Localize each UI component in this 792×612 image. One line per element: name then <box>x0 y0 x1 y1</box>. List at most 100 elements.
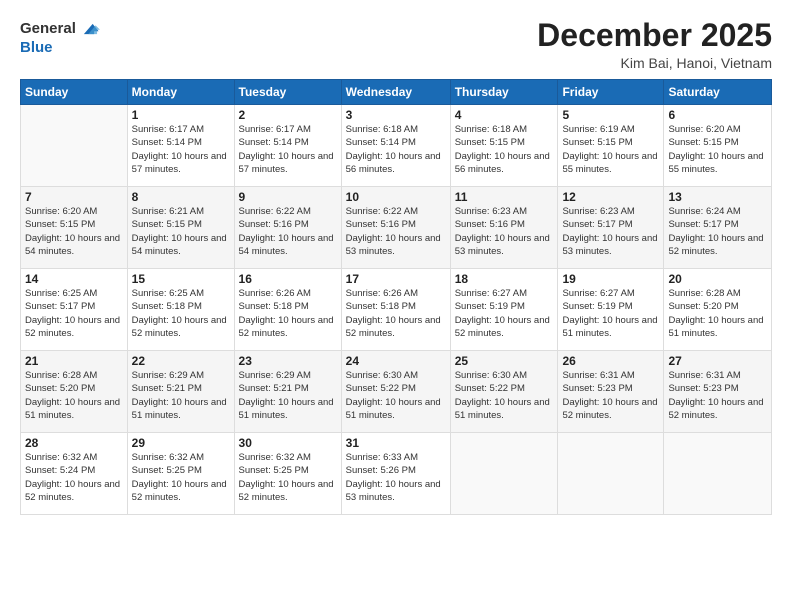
calendar-cell: 2Sunrise: 6:17 AMSunset: 5:14 PMDaylight… <box>234 105 341 187</box>
day-number: 19 <box>562 272 659 286</box>
day-number: 6 <box>668 108 767 122</box>
header-monday: Monday <box>127 80 234 105</box>
calendar-cell: 1Sunrise: 6:17 AMSunset: 5:14 PMDaylight… <box>127 105 234 187</box>
logo-area: General Blue <box>20 18 100 57</box>
day-info: Sunrise: 6:22 AMSunset: 5:16 PMDaylight:… <box>346 205 446 258</box>
day-number: 20 <box>668 272 767 286</box>
day-info: Sunrise: 6:20 AMSunset: 5:15 PMDaylight:… <box>25 205 123 258</box>
day-info: Sunrise: 6:21 AMSunset: 5:15 PMDaylight:… <box>132 205 230 258</box>
calendar-cell: 4Sunrise: 6:18 AMSunset: 5:15 PMDaylight… <box>450 105 558 187</box>
day-info: Sunrise: 6:27 AMSunset: 5:19 PMDaylight:… <box>455 287 554 340</box>
day-number: 27 <box>668 354 767 368</box>
day-number: 18 <box>455 272 554 286</box>
day-number: 11 <box>455 190 554 204</box>
logo-box: General Blue <box>20 18 100 57</box>
day-number: 22 <box>132 354 230 368</box>
day-info: Sunrise: 6:31 AMSunset: 5:23 PMDaylight:… <box>562 369 659 422</box>
day-number: 10 <box>346 190 446 204</box>
calendar-cell: 29Sunrise: 6:32 AMSunset: 5:25 PMDayligh… <box>127 433 234 515</box>
day-number: 14 <box>25 272 123 286</box>
day-number: 4 <box>455 108 554 122</box>
calendar-cell: 6Sunrise: 6:20 AMSunset: 5:15 PMDaylight… <box>664 105 772 187</box>
month-title: December 2025 <box>537 18 772 53</box>
day-info: Sunrise: 6:30 AMSunset: 5:22 PMDaylight:… <box>455 369 554 422</box>
calendar-cell: 28Sunrise: 6:32 AMSunset: 5:24 PMDayligh… <box>21 433 128 515</box>
calendar-cell: 26Sunrise: 6:31 AMSunset: 5:23 PMDayligh… <box>558 351 664 433</box>
logo-blue: Blue <box>20 40 53 57</box>
calendar-cell: 12Sunrise: 6:23 AMSunset: 5:17 PMDayligh… <box>558 187 664 269</box>
day-number: 9 <box>239 190 337 204</box>
calendar-cell: 15Sunrise: 6:25 AMSunset: 5:18 PMDayligh… <box>127 269 234 351</box>
calendar-cell: 25Sunrise: 6:30 AMSunset: 5:22 PMDayligh… <box>450 351 558 433</box>
day-info: Sunrise: 6:26 AMSunset: 5:18 PMDaylight:… <box>346 287 446 340</box>
header: General Blue December 2025 Kim Bai, Hano… <box>20 18 772 71</box>
calendar-cell: 22Sunrise: 6:29 AMSunset: 5:21 PMDayligh… <box>127 351 234 433</box>
calendar-cell: 16Sunrise: 6:26 AMSunset: 5:18 PMDayligh… <box>234 269 341 351</box>
calendar-cell: 11Sunrise: 6:23 AMSunset: 5:16 PMDayligh… <box>450 187 558 269</box>
calendar-week-row-2: 14Sunrise: 6:25 AMSunset: 5:17 PMDayligh… <box>21 269 772 351</box>
day-number: 31 <box>346 436 446 450</box>
calendar-cell: 7Sunrise: 6:20 AMSunset: 5:15 PMDaylight… <box>21 187 128 269</box>
day-info: Sunrise: 6:17 AMSunset: 5:14 PMDaylight:… <box>132 123 230 176</box>
calendar-cell: 10Sunrise: 6:22 AMSunset: 5:16 PMDayligh… <box>341 187 450 269</box>
day-info: Sunrise: 6:29 AMSunset: 5:21 PMDaylight:… <box>132 369 230 422</box>
calendar-cell: 13Sunrise: 6:24 AMSunset: 5:17 PMDayligh… <box>664 187 772 269</box>
calendar-week-row-4: 28Sunrise: 6:32 AMSunset: 5:24 PMDayligh… <box>21 433 772 515</box>
day-info: Sunrise: 6:31 AMSunset: 5:23 PMDaylight:… <box>668 369 767 422</box>
day-number: 8 <box>132 190 230 204</box>
header-tuesday: Tuesday <box>234 80 341 105</box>
day-info: Sunrise: 6:24 AMSunset: 5:17 PMDaylight:… <box>668 205 767 258</box>
calendar-cell: 17Sunrise: 6:26 AMSunset: 5:18 PMDayligh… <box>341 269 450 351</box>
day-info: Sunrise: 6:26 AMSunset: 5:18 PMDaylight:… <box>239 287 337 340</box>
day-number: 3 <box>346 108 446 122</box>
logo-icon <box>78 18 100 40</box>
day-number: 17 <box>346 272 446 286</box>
calendar-cell: 30Sunrise: 6:32 AMSunset: 5:25 PMDayligh… <box>234 433 341 515</box>
calendar-cell <box>664 433 772 515</box>
calendar-cell: 27Sunrise: 6:31 AMSunset: 5:23 PMDayligh… <box>664 351 772 433</box>
day-number: 13 <box>668 190 767 204</box>
calendar-week-row-3: 21Sunrise: 6:28 AMSunset: 5:20 PMDayligh… <box>21 351 772 433</box>
calendar-week-row-0: 1Sunrise: 6:17 AMSunset: 5:14 PMDaylight… <box>21 105 772 187</box>
day-number: 21 <box>25 354 123 368</box>
day-number: 26 <box>562 354 659 368</box>
day-number: 15 <box>132 272 230 286</box>
calendar-cell: 8Sunrise: 6:21 AMSunset: 5:15 PMDaylight… <box>127 187 234 269</box>
day-info: Sunrise: 6:29 AMSunset: 5:21 PMDaylight:… <box>239 369 337 422</box>
day-info: Sunrise: 6:25 AMSunset: 5:18 PMDaylight:… <box>132 287 230 340</box>
location: Kim Bai, Hanoi, Vietnam <box>537 55 772 71</box>
logo-general: General <box>20 21 76 38</box>
day-number: 30 <box>239 436 337 450</box>
day-info: Sunrise: 6:19 AMSunset: 5:15 PMDaylight:… <box>562 123 659 176</box>
calendar-cell <box>450 433 558 515</box>
day-number: 29 <box>132 436 230 450</box>
calendar-cell: 23Sunrise: 6:29 AMSunset: 5:21 PMDayligh… <box>234 351 341 433</box>
calendar-week-row-1: 7Sunrise: 6:20 AMSunset: 5:15 PMDaylight… <box>21 187 772 269</box>
calendar-cell: 3Sunrise: 6:18 AMSunset: 5:14 PMDaylight… <box>341 105 450 187</box>
calendar: Sunday Monday Tuesday Wednesday Thursday… <box>20 79 772 515</box>
page: General Blue December 2025 Kim Bai, Hano… <box>0 0 792 612</box>
calendar-cell: 21Sunrise: 6:28 AMSunset: 5:20 PMDayligh… <box>21 351 128 433</box>
weekday-header-row: Sunday Monday Tuesday Wednesday Thursday… <box>21 80 772 105</box>
day-info: Sunrise: 6:20 AMSunset: 5:15 PMDaylight:… <box>668 123 767 176</box>
day-number: 1 <box>132 108 230 122</box>
calendar-cell <box>558 433 664 515</box>
day-info: Sunrise: 6:33 AMSunset: 5:26 PMDaylight:… <box>346 451 446 504</box>
calendar-cell <box>21 105 128 187</box>
day-number: 23 <box>239 354 337 368</box>
day-info: Sunrise: 6:30 AMSunset: 5:22 PMDaylight:… <box>346 369 446 422</box>
header-saturday: Saturday <box>664 80 772 105</box>
day-number: 28 <box>25 436 123 450</box>
day-info: Sunrise: 6:23 AMSunset: 5:17 PMDaylight:… <box>562 205 659 258</box>
day-info: Sunrise: 6:22 AMSunset: 5:16 PMDaylight:… <box>239 205 337 258</box>
calendar-cell: 19Sunrise: 6:27 AMSunset: 5:19 PMDayligh… <box>558 269 664 351</box>
day-number: 2 <box>239 108 337 122</box>
day-info: Sunrise: 6:28 AMSunset: 5:20 PMDaylight:… <box>25 369 123 422</box>
calendar-cell: 31Sunrise: 6:33 AMSunset: 5:26 PMDayligh… <box>341 433 450 515</box>
day-info: Sunrise: 6:25 AMSunset: 5:17 PMDaylight:… <box>25 287 123 340</box>
day-info: Sunrise: 6:17 AMSunset: 5:14 PMDaylight:… <box>239 123 337 176</box>
day-number: 5 <box>562 108 659 122</box>
calendar-cell: 24Sunrise: 6:30 AMSunset: 5:22 PMDayligh… <box>341 351 450 433</box>
calendar-cell: 5Sunrise: 6:19 AMSunset: 5:15 PMDaylight… <box>558 105 664 187</box>
title-area: December 2025 Kim Bai, Hanoi, Vietnam <box>537 18 772 71</box>
